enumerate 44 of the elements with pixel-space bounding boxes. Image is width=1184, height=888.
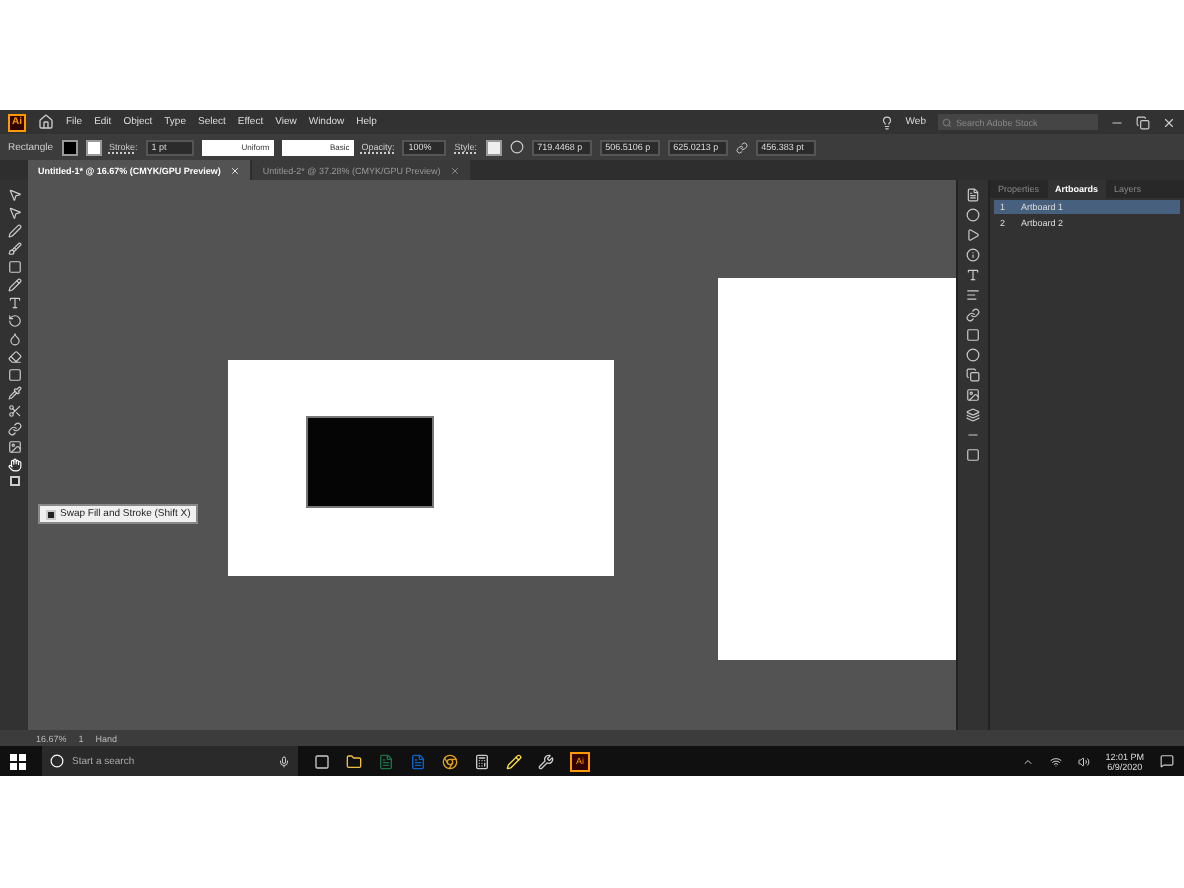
style-swatch[interactable] [485, 139, 502, 155]
document-icon[interactable] [966, 188, 980, 202]
wrench-icon[interactable] [538, 753, 554, 769]
lightbulb-icon[interactable] [879, 115, 894, 129]
pen-tool-icon[interactable] [7, 224, 21, 238]
link-icon[interactable] [966, 308, 980, 322]
volume-icon[interactable] [1077, 755, 1090, 767]
constrain-icon[interactable] [735, 141, 748, 153]
eyedropper-tool-icon[interactable] [7, 386, 21, 400]
search-icon [942, 117, 952, 127]
selection-tool-icon[interactable] [7, 188, 21, 202]
pencil-tool-icon[interactable] [7, 278, 21, 292]
eraser-tool-icon[interactable] [7, 350, 21, 364]
character-icon[interactable] [966, 268, 980, 282]
windows-start-icon[interactable] [10, 753, 26, 769]
restore-icon[interactable] [1136, 115, 1150, 129]
rectangle-shape[interactable] [306, 416, 434, 508]
direct-selection-icon[interactable] [7, 206, 21, 220]
brush-tool-icon[interactable] [7, 242, 21, 256]
info-icon[interactable] [966, 248, 980, 262]
home-icon[interactable] [38, 114, 54, 130]
paragraph-icon[interactable] [966, 288, 980, 302]
stroke-swatch[interactable] [85, 139, 102, 155]
calculator-icon[interactable] [474, 753, 490, 769]
chevron-up-icon[interactable] [1021, 755, 1034, 767]
notifications-icon[interactable] [1160, 754, 1174, 768]
task-view-icon[interactable] [314, 753, 330, 769]
rotate-tool-icon[interactable] [7, 314, 21, 328]
fill-stroke-icon[interactable] [9, 476, 19, 486]
image-icon[interactable] [966, 388, 980, 402]
network-icon[interactable] [1049, 755, 1062, 767]
folder-icon[interactable] [346, 753, 362, 769]
play-icon[interactable] [966, 228, 980, 242]
rectangle-tool-icon[interactable] [7, 260, 21, 274]
ring-icon [50, 754, 64, 768]
microphone-icon[interactable] [278, 755, 290, 767]
layers-icon[interactable] [966, 408, 980, 422]
fill-swatch[interactable] [61, 139, 78, 155]
close-icon[interactable] [1162, 115, 1176, 129]
browser-icon[interactable] [442, 753, 458, 769]
hand-tool-icon[interactable] [7, 458, 21, 472]
type-tool-icon[interactable] [7, 296, 21, 310]
scissors-tool-icon[interactable] [7, 404, 21, 418]
pencil-icon[interactable] [506, 753, 522, 769]
